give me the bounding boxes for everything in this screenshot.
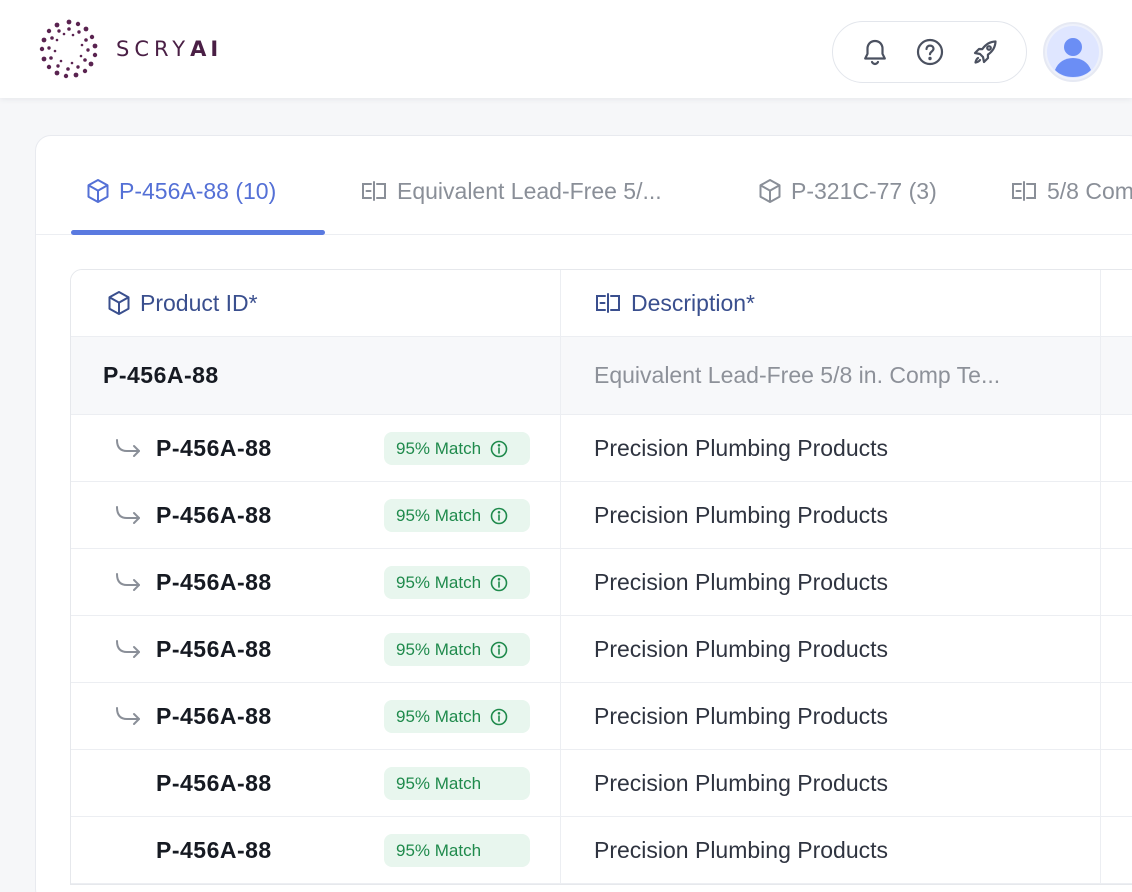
- column-header-product-id[interactable]: Product ID*: [71, 270, 561, 336]
- info-icon[interactable]: [490, 507, 508, 525]
- table-row[interactable]: P-456A-88 95% Match Precision Plumbing P…: [71, 549, 1132, 616]
- table-row[interactable]: P-456A-88 95% Match Precision Plumbing P…: [71, 482, 1132, 549]
- match-description: Precision Plumbing Products: [561, 616, 1101, 682]
- match-product-id: P-456A-88: [156, 702, 272, 729]
- table-row[interactable]: P-456A-88 95% Match Precision Plumbing P…: [71, 415, 1132, 482]
- text-field-icon: [362, 181, 386, 201]
- bell-icon: [863, 39, 886, 66]
- column-header-description[interactable]: Description*: [561, 270, 1101, 336]
- active-tab-indicator: [71, 230, 325, 235]
- tab-description-equivalent[interactable]: Equivalent Lead-Free 5/...: [360, 176, 662, 206]
- match-product-id: P-456A-88: [156, 568, 272, 595]
- top-bar: SCRYAI: [0, 0, 1132, 98]
- table-row[interactable]: P-456A-88 95% Match Precision Plumbing P…: [71, 683, 1132, 750]
- table-row[interactable]: P-456A-88 95% Match Precision Plumbing P…: [71, 750, 1132, 817]
- tab-label: Equivalent Lead-Free 5/...: [397, 177, 662, 204]
- tab-product-p-456a-88[interactable]: P-456A-88 (10): [86, 176, 276, 206]
- table-row[interactable]: P-456A-88 95% Match Precision Plumbing P…: [71, 616, 1132, 683]
- user-avatar-icon: [1047, 26, 1099, 78]
- parent-product-row[interactable]: P-456A-88 Equivalent Lead-Free 5/8 in. C…: [71, 337, 1132, 415]
- match-badge[interactable]: 95% Match: [384, 700, 530, 733]
- match-badge[interactable]: 95% Match: [384, 499, 530, 532]
- brand-name: SCRYAI: [116, 37, 223, 61]
- cube-icon: [108, 291, 130, 315]
- info-icon[interactable]: [490, 440, 508, 458]
- match-product-id: P-456A-88: [156, 501, 272, 528]
- sub-item-arrow-icon: [116, 640, 140, 658]
- scryai-logo-icon: [39, 19, 98, 79]
- match-description: Precision Plumbing Products: [561, 482, 1101, 548]
- info-icon[interactable]: [490, 641, 508, 659]
- match-badge[interactable]: 95% Match: [384, 633, 530, 666]
- text-field-icon: [596, 293, 620, 313]
- brand-logo[interactable]: SCRYAI: [38, 18, 222, 80]
- tab-label: 5/8 Com: [1047, 177, 1132, 204]
- table-row[interactable]: P-456A-88 95% Match Precision Plumbing P…: [71, 817, 1132, 884]
- user-avatar-button[interactable]: [1043, 22, 1103, 82]
- sub-item-arrow-icon: [116, 439, 140, 457]
- match-badge[interactable]: 95% Match: [384, 566, 530, 599]
- sub-item-arrow-icon: [116, 506, 140, 524]
- match-description: Precision Plumbing Products: [561, 549, 1101, 615]
- match-description: Precision Plumbing Products: [561, 817, 1101, 883]
- tab-description-5-8-com[interactable]: 5/8 Com: [1010, 176, 1132, 206]
- match-product-id: P-456A-88: [156, 836, 272, 863]
- match-description: Precision Plumbing Products: [561, 750, 1101, 816]
- cube-icon: [759, 179, 781, 203]
- match-badge[interactable]: 95% Match: [384, 834, 530, 867]
- cube-icon: [87, 179, 109, 203]
- info-icon[interactable]: [490, 574, 508, 592]
- match-badge[interactable]: 95% Match: [384, 432, 530, 465]
- table-header: Product ID* Description*: [71, 270, 1132, 337]
- parent-product-id: P-456A-88: [71, 337, 561, 414]
- help-circle-icon: [916, 38, 943, 66]
- help-button[interactable]: [913, 35, 947, 69]
- tab-bar: P-456A-88 (10) Equivalent Lead-Free 5/..…: [36, 136, 1132, 235]
- info-icon[interactable]: [490, 708, 508, 726]
- tab-label: P-456A-88 (10): [119, 177, 277, 204]
- header-actions: [832, 21, 1027, 83]
- tab-label: P-321C-77 (3): [791, 177, 937, 204]
- text-field-icon: [1012, 181, 1036, 201]
- launch-button[interactable]: [968, 35, 1002, 69]
- product-match-card: P-456A-88 (10) Equivalent Lead-Free 5/..…: [35, 135, 1132, 892]
- match-product-id: P-456A-88: [156, 769, 272, 796]
- sub-item-arrow-icon: [116, 573, 140, 591]
- sub-item-arrow-icon: [116, 707, 140, 725]
- parent-product-description: Equivalent Lead-Free 5/8 in. Comp Te...: [561, 337, 1101, 414]
- rocket-icon: [973, 40, 997, 64]
- match-description: Precision Plumbing Products: [561, 683, 1101, 749]
- match-badge[interactable]: 95% Match: [384, 767, 530, 800]
- match-product-id: P-456A-88: [156, 434, 272, 461]
- match-description: Precision Plumbing Products: [561, 415, 1101, 481]
- match-product-id: P-456A-88: [156, 635, 272, 662]
- match-table: Product ID* Description* P-456A-88 Equiv…: [70, 269, 1132, 885]
- tab-product-p-321c-77[interactable]: P-321C-77 (3): [758, 176, 937, 206]
- notifications-button[interactable]: [858, 35, 892, 69]
